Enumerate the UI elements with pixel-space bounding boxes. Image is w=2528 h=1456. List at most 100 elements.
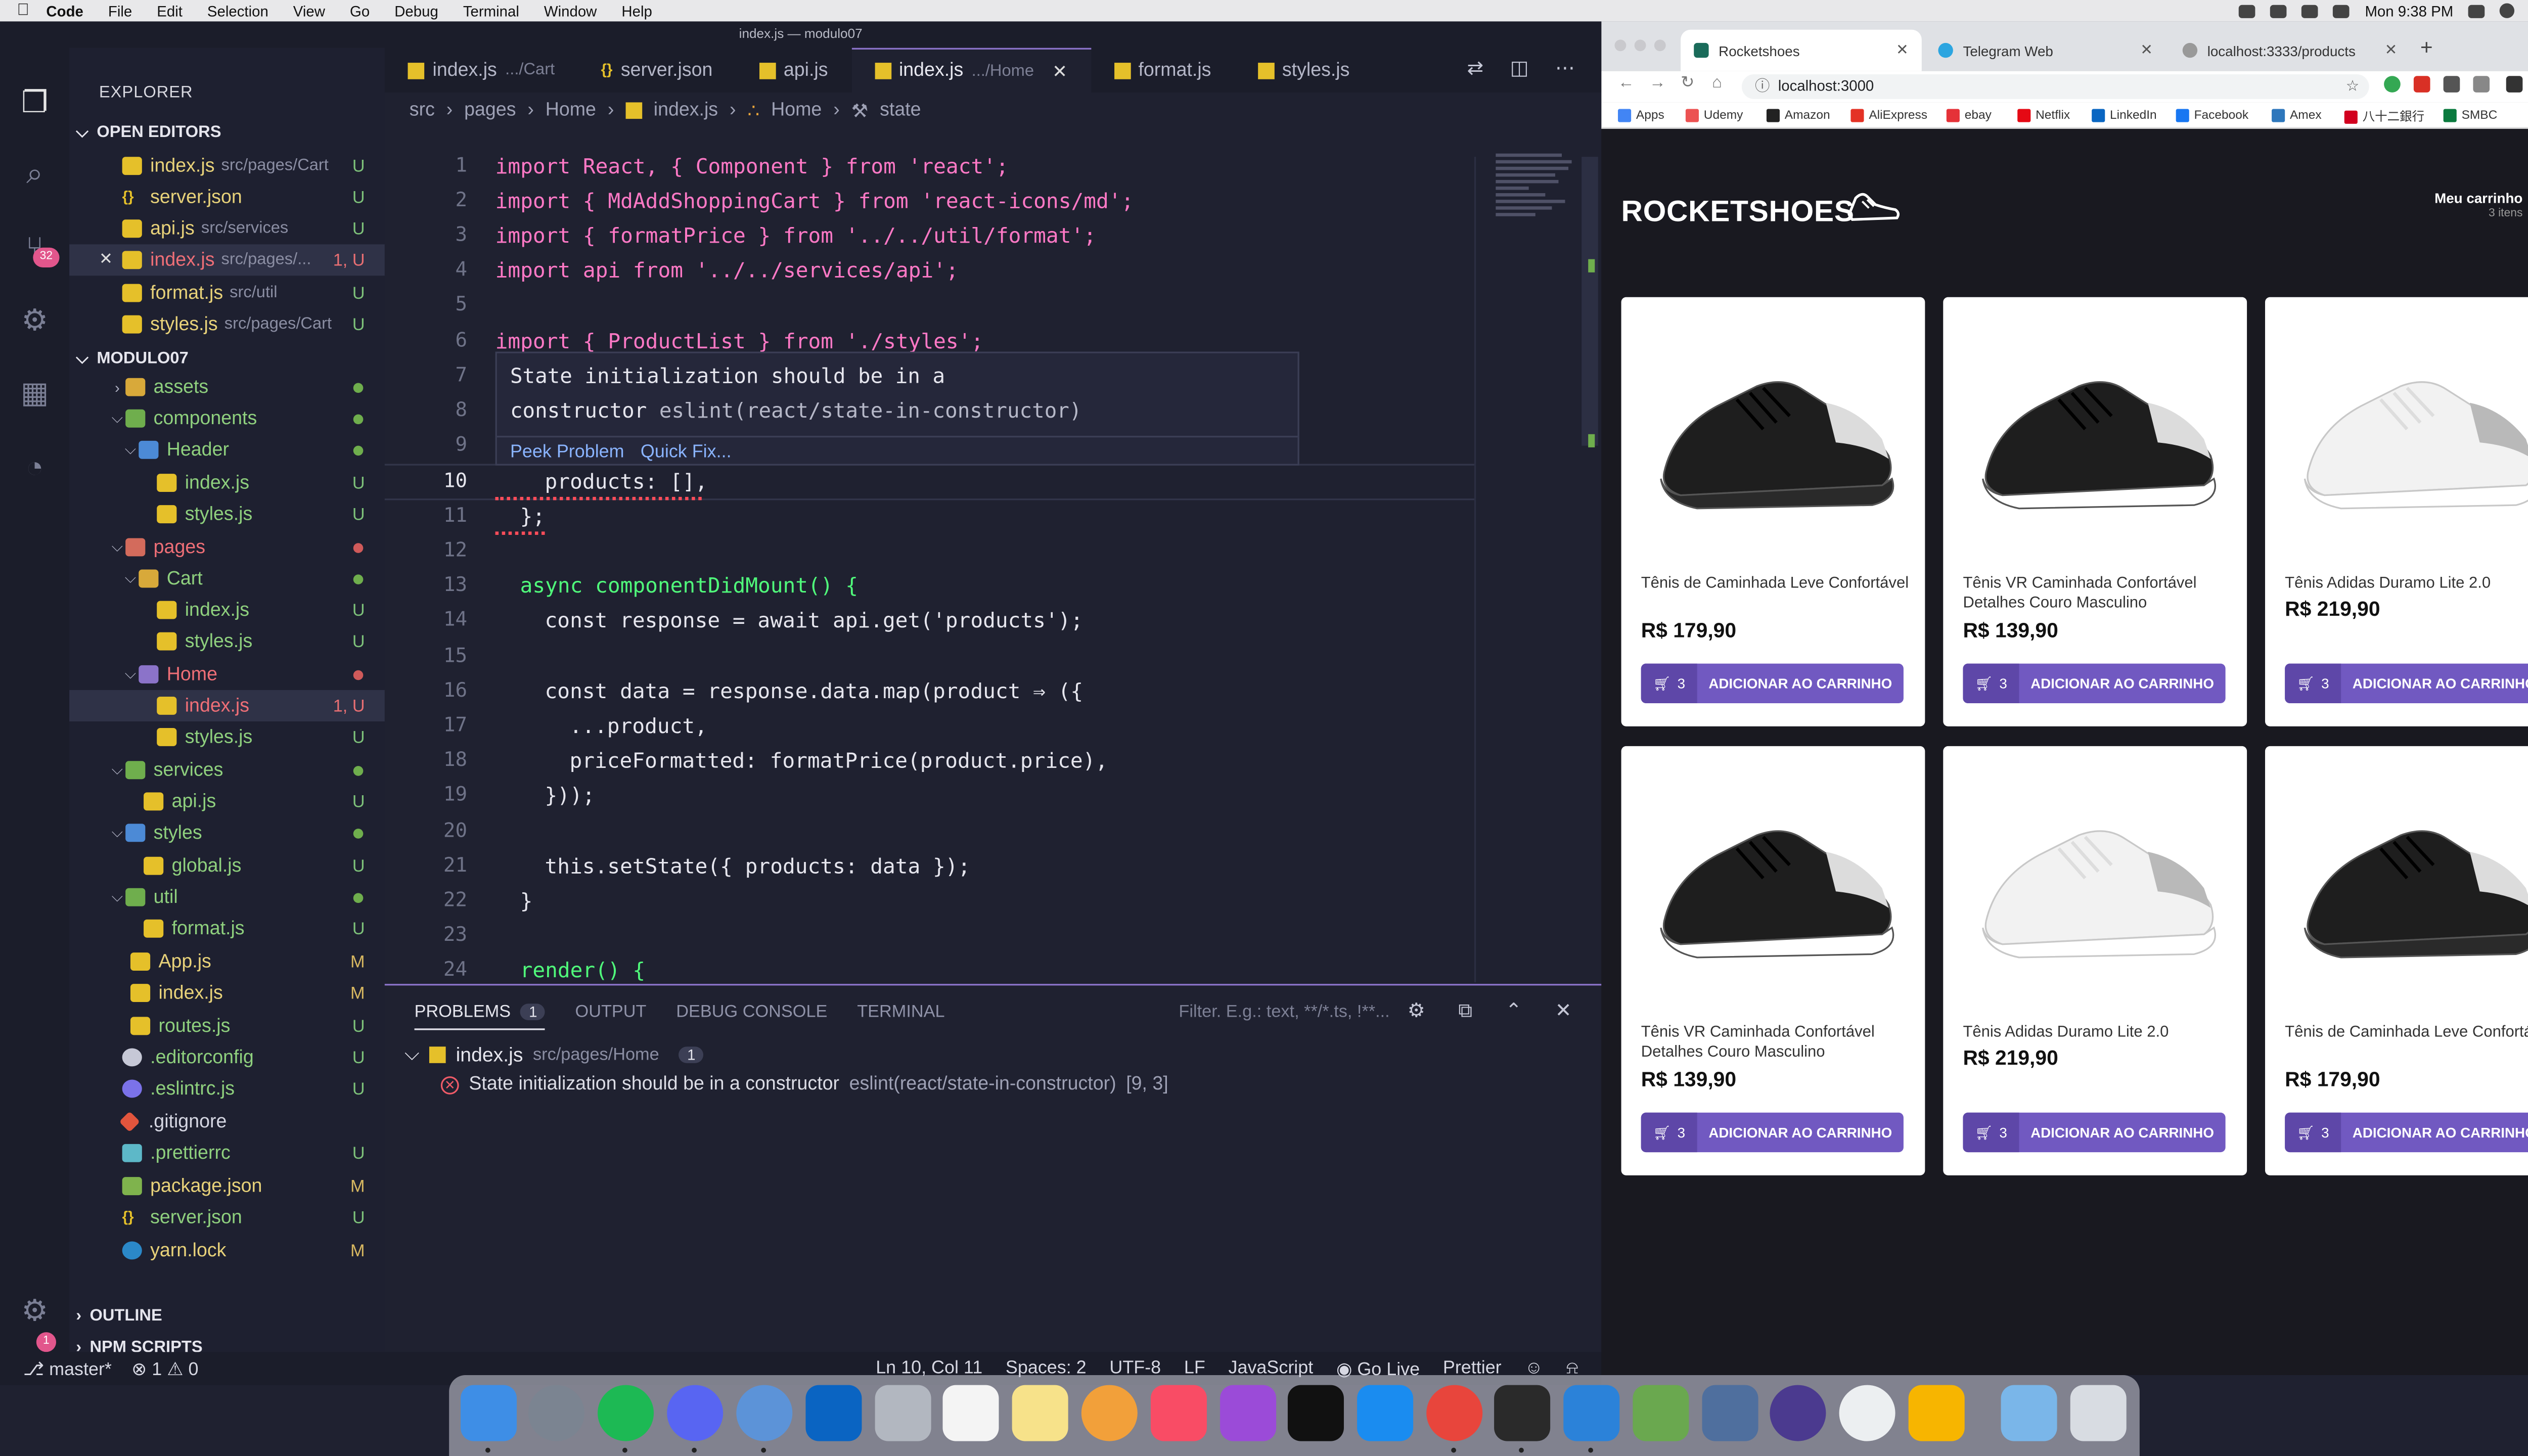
tree-folder[interactable]: ⌵ styles bbox=[69, 817, 385, 848]
product-image[interactable] bbox=[1641, 313, 1905, 544]
problem-item[interactable]: ✕ State initialization should be in a co… bbox=[440, 1075, 1168, 1095]
project-header[interactable]: ⌵ MODULO07 bbox=[76, 350, 189, 368]
extension-icon[interactable] bbox=[2473, 76, 2490, 93]
menu-edit[interactable]: Edit bbox=[157, 3, 183, 19]
settings-gear-icon[interactable]: ⚙ bbox=[13, 1289, 56, 1332]
tree-file[interactable]: styles.js U bbox=[69, 626, 385, 657]
bookmark-udemy[interactable]: Udemy bbox=[1685, 107, 1743, 122]
outline-header[interactable]: › OUTLINE bbox=[76, 1307, 162, 1326]
debug-icon[interactable]: ⚙ bbox=[13, 299, 56, 342]
bookmark-amex[interactable]: Amex bbox=[2272, 107, 2322, 122]
bookmark-amazon[interactable]: Amazon bbox=[1766, 107, 1830, 122]
tree-folder[interactable]: ⌵ Cart bbox=[69, 563, 385, 594]
product-image[interactable] bbox=[1963, 313, 2227, 544]
bookmark-netflix[interactable]: Netflix bbox=[2017, 107, 2070, 122]
outlook-icon[interactable] bbox=[805, 1385, 862, 1441]
quick-fix-link[interactable]: Quick Fix... bbox=[641, 442, 732, 462]
tab-problems[interactable]: PROBLEMS 1 bbox=[414, 1002, 546, 1030]
tree-file[interactable]: index.js U bbox=[69, 467, 385, 498]
search-icon[interactable]: ⌕ bbox=[13, 152, 56, 195]
forward-icon[interactable]: → bbox=[1649, 74, 1666, 93]
editor-scrollbar[interactable] bbox=[1582, 157, 1598, 446]
tab-format-js[interactable]: format.js bbox=[1091, 48, 1234, 93]
app-store-icon[interactable] bbox=[1357, 1385, 1414, 1441]
tree-file[interactable]: index.js M bbox=[69, 977, 385, 1009]
insomnia-icon[interactable] bbox=[1770, 1385, 1826, 1441]
product-image[interactable] bbox=[1963, 763, 2227, 994]
menu-file[interactable]: File bbox=[108, 3, 132, 19]
terminal-icon[interactable] bbox=[1494, 1385, 1551, 1441]
maximize-panel-icon[interactable]: ⌃ bbox=[1506, 999, 1522, 1024]
spotify-icon[interactable] bbox=[598, 1385, 654, 1441]
peek-problem-link[interactable]: Peek Problem bbox=[510, 442, 624, 462]
menu-debug[interactable]: Debug bbox=[394, 3, 438, 19]
close-icon[interactable]: ✕ bbox=[99, 251, 122, 269]
discord-icon[interactable] bbox=[667, 1385, 724, 1441]
tree-file[interactable]: global.js U bbox=[69, 850, 385, 882]
tree-file[interactable]: format.js U bbox=[69, 913, 385, 944]
tree-folder[interactable]: › assets bbox=[69, 372, 385, 403]
branch-status[interactable]: ⎇ master* bbox=[23, 1358, 112, 1379]
tree-folder[interactable]: ⌵ services bbox=[69, 754, 385, 786]
filter-settings-icon[interactable]: ⚙ bbox=[1408, 999, 1425, 1024]
launchpad-icon[interactable] bbox=[528, 1385, 584, 1441]
problems-status[interactable]: ⊗ 1 ⚠ 0 bbox=[131, 1358, 198, 1379]
tab-cart-index[interactable]: index.js .../Cart bbox=[385, 48, 578, 93]
close-tab-icon[interactable]: ✕ bbox=[1896, 41, 1909, 60]
tab-api-js[interactable]: api.js bbox=[736, 48, 851, 93]
menu-terminal[interactable]: Terminal bbox=[463, 3, 519, 19]
tree-file[interactable]: styles.js U bbox=[69, 721, 385, 753]
extension-icon[interactable] bbox=[2413, 76, 2430, 93]
tree-folder[interactable]: ⌵ Header bbox=[69, 434, 385, 466]
bookmark-aliexpress[interactable]: AliExpress bbox=[1850, 107, 1927, 122]
add-to-cart-button[interactable]: 🛒︎ 3 ADICIONAR AO CARRINHO bbox=[1963, 1112, 2226, 1153]
collapse-all-icon[interactable]: ⧉ bbox=[1458, 999, 1472, 1024]
add-to-cart-button[interactable]: 🛒︎ 3 ADICIONAR AO CARRINHO bbox=[2285, 1112, 2528, 1153]
bookmark-star-icon[interactable]: ☆ bbox=[2346, 74, 2359, 99]
add-to-cart-button[interactable]: 🛒︎ 3 ADICIONAR AO CARRINHO bbox=[2285, 663, 2528, 704]
add-to-cart-button[interactable]: 🛒︎ 3 ADICIONAR AO CARRINHO bbox=[1963, 663, 2226, 704]
tree-file[interactable]: .eslintrc.js U bbox=[69, 1073, 385, 1104]
bookmark-smbc[interactable]: SMBC bbox=[2443, 107, 2497, 122]
photos-icon[interactable] bbox=[1081, 1385, 1138, 1441]
tab-terminal[interactable]: TERMINAL bbox=[857, 1002, 944, 1030]
mongodb-compass-icon[interactable] bbox=[1839, 1385, 1895, 1441]
compare-changes-icon[interactable]: ⇄ bbox=[1467, 56, 1484, 79]
open-editor-item[interactable]: index.js src/pages/Cart U bbox=[69, 150, 385, 181]
podcasts-icon[interactable] bbox=[1220, 1385, 1277, 1441]
problems-filter-input[interactable]: Filter. E.g.: text, **/*.ts, !**... bbox=[1169, 995, 1430, 1028]
home-icon[interactable]: ⌂ bbox=[1712, 74, 1722, 93]
browser-tab-telegram[interactable]: Telegram Web ✕ bbox=[1925, 30, 2166, 71]
postgres-icon[interactable] bbox=[1702, 1385, 1758, 1441]
new-tab-icon[interactable]: + bbox=[2420, 35, 2433, 60]
tree-file[interactable]: package.json M bbox=[69, 1170, 385, 1202]
flag-icon[interactable] bbox=[2468, 4, 2485, 18]
breadcrumb-item[interactable]: Home bbox=[546, 101, 596, 120]
menu-help[interactable]: Help bbox=[621, 3, 652, 19]
add-to-cart-button[interactable]: 🛒︎ 3 ADICIONAR AO CARRINHO bbox=[1641, 663, 1904, 704]
zoom-window-button[interactable] bbox=[1654, 39, 1666, 52]
product-image[interactable] bbox=[2285, 763, 2528, 994]
minimap[interactable] bbox=[1496, 150, 1578, 249]
back-icon[interactable]: ← bbox=[1618, 74, 1635, 93]
close-panel-icon[interactable]: ✕ bbox=[1555, 999, 1572, 1024]
tree-file[interactable]: App.js M bbox=[69, 946, 385, 977]
tree-folder[interactable]: ⌵ components bbox=[69, 403, 385, 434]
android-studio-icon[interactable] bbox=[1633, 1385, 1689, 1441]
tree-file[interactable]: .editorconfig U bbox=[69, 1041, 385, 1073]
breadcrumb-item[interactable]: index.js bbox=[654, 101, 718, 120]
cloud-icon[interactable] bbox=[2271, 4, 2287, 18]
tree-file-active[interactable]: index.js 1, U bbox=[69, 690, 385, 721]
breadcrumb-item[interactable]: Home bbox=[771, 101, 822, 120]
extensions-icon[interactable]: ▦ bbox=[13, 372, 56, 415]
menu-view[interactable]: View bbox=[293, 3, 325, 19]
open-editor-item[interactable]: styles.js src/pages/Cart U bbox=[69, 309, 385, 340]
open-editor-item[interactable]: {} server.json U bbox=[69, 181, 385, 213]
bookmark-82bank[interactable]: 八十二銀行 bbox=[2344, 107, 2424, 125]
tab-debug-console[interactable]: DEBUG CONSOLE bbox=[676, 1002, 827, 1030]
wifi-icon[interactable] bbox=[2302, 4, 2319, 18]
menu-selection[interactable]: Selection bbox=[207, 3, 268, 19]
product-image[interactable] bbox=[1641, 763, 1905, 994]
tree-file[interactable]: routes.js U bbox=[69, 1010, 385, 1041]
close-tab-icon[interactable]: ✕ bbox=[2385, 41, 2398, 60]
